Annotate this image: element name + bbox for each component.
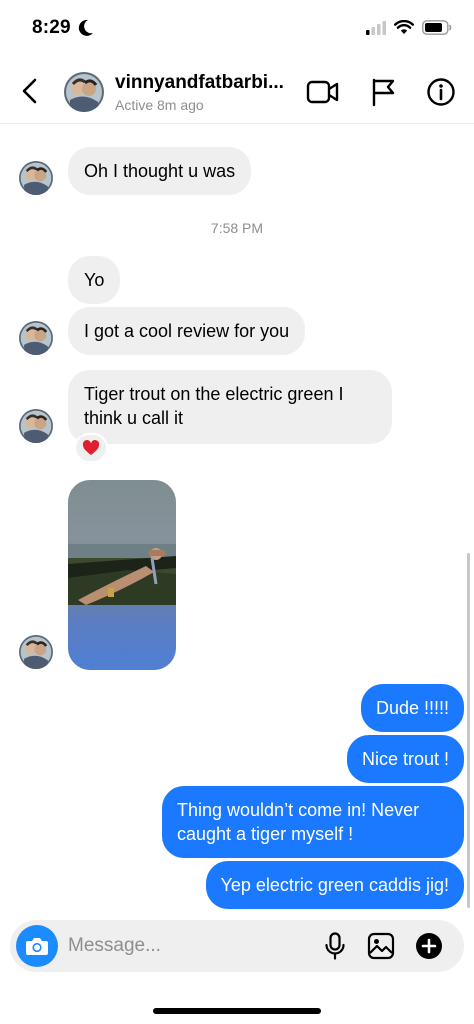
wifi-icon bbox=[394, 20, 414, 34]
report-button[interactable] bbox=[366, 76, 400, 108]
add-button[interactable] bbox=[414, 931, 444, 961]
header-avatar[interactable] bbox=[64, 72, 104, 112]
message-input[interactable] bbox=[68, 934, 268, 958]
incoming-message[interactable]: Tiger trout on the electric green I thin… bbox=[68, 370, 392, 444]
back-button[interactable] bbox=[16, 76, 46, 106]
flag-icon bbox=[372, 78, 395, 107]
sender-avatar[interactable] bbox=[19, 321, 53, 355]
incoming-message[interactable]: Yo bbox=[68, 256, 121, 304]
cellular-signal-icon bbox=[366, 20, 386, 35]
back-chevron-icon bbox=[22, 78, 37, 104]
info-icon bbox=[427, 78, 455, 106]
outgoing-message[interactable]: Nice trout ! bbox=[346, 735, 464, 783]
status-time: 8:29 bbox=[32, 17, 71, 38]
microphone-icon bbox=[325, 932, 345, 960]
gallery-icon bbox=[367, 932, 395, 960]
camera-button[interactable] bbox=[16, 925, 58, 967]
video-call-button[interactable] bbox=[306, 76, 340, 108]
moon-icon bbox=[78, 19, 93, 36]
voice-message-button[interactable] bbox=[320, 931, 350, 961]
video-call-icon bbox=[306, 80, 339, 104]
thread-timestamp: 7:58 PM bbox=[210, 220, 264, 236]
message-reaction[interactable] bbox=[74, 433, 108, 463]
incoming-message[interactable]: I got a cool review for you bbox=[68, 307, 306, 355]
outgoing-message[interactable]: Yep electric green caddis jig! bbox=[205, 861, 464, 909]
conversation-username[interactable]: vinnyandfatbarbi... bbox=[115, 72, 301, 94]
heart-icon bbox=[82, 440, 100, 455]
incoming-message[interactable]: Oh I thought u was bbox=[68, 147, 252, 195]
outgoing-message[interactable]: Dude !!!!! bbox=[360, 684, 464, 732]
active-status: Active 8m ago bbox=[115, 97, 204, 113]
status-bar: 8:29 bbox=[0, 0, 474, 62]
camera-icon bbox=[26, 938, 48, 955]
battery-icon bbox=[422, 20, 452, 35]
add-icon bbox=[416, 933, 442, 959]
video-message[interactable] bbox=[68, 480, 176, 670]
message-composer bbox=[10, 920, 464, 972]
outgoing-message[interactable]: Thing wouldn’t come in! Never caught a t… bbox=[162, 786, 464, 858]
video-thumbnail bbox=[68, 544, 176, 605]
conversation-header: vinnyandfatbarbi... Active 8m ago bbox=[0, 62, 474, 124]
sender-avatar[interactable] bbox=[19, 409, 53, 443]
sender-avatar[interactable] bbox=[19, 635, 53, 669]
info-button[interactable] bbox=[424, 76, 458, 108]
home-indicator[interactable] bbox=[153, 1008, 321, 1014]
thread-scrollbar[interactable] bbox=[467, 553, 470, 908]
gallery-button[interactable] bbox=[366, 931, 396, 961]
sender-avatar[interactable] bbox=[19, 161, 53, 195]
